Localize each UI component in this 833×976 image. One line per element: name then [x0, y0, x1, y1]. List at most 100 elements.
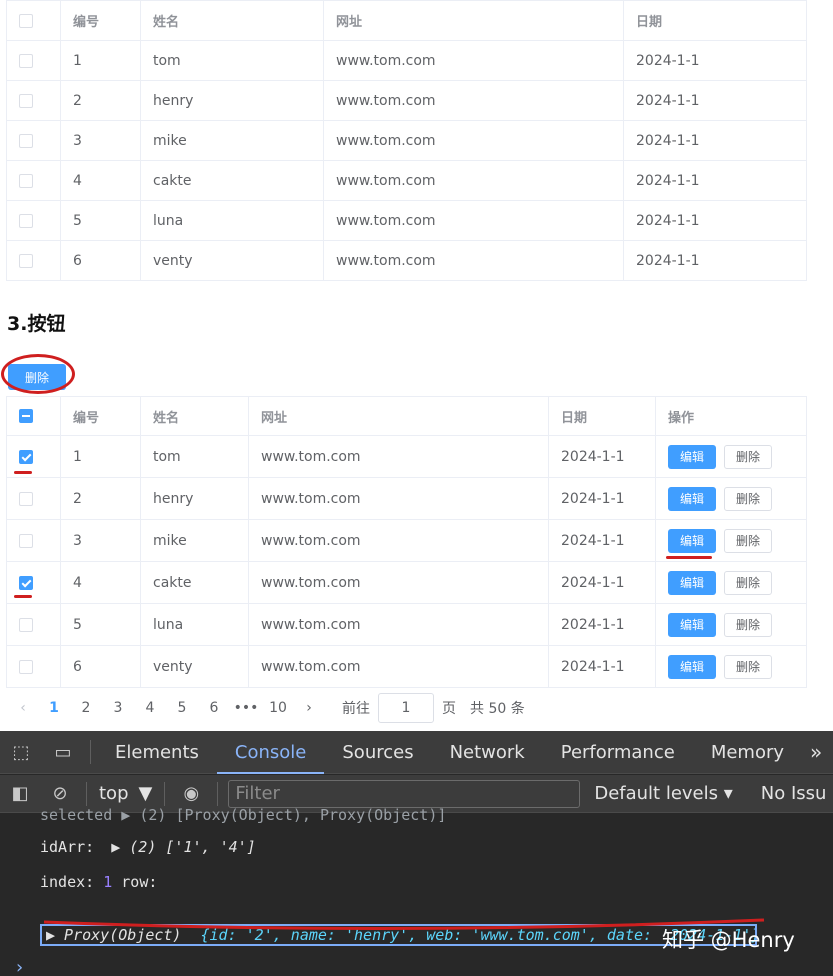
cell-date: 2024-1-1 [548, 477, 656, 520]
row-delete-button[interactable]: 删除 [724, 612, 772, 637]
row-checkbox-cell[interactable] [6, 40, 61, 81]
index-value: 1 [103, 873, 113, 891]
issues-button[interactable]: No Issu [761, 783, 827, 804]
row-checkbox-cell[interactable] [6, 240, 61, 281]
row-delete-button[interactable]: 删除 [724, 654, 772, 679]
row-checkbox[interactable] [19, 617, 33, 632]
row-checkbox[interactable] [19, 659, 33, 674]
table-row: 4 cakte www.tom.com 2024-1-1 [6, 160, 807, 201]
cell-actions: 编辑 删除 [655, 435, 807, 478]
console-line-index: index: 1 row: [40, 873, 157, 891]
row-checkbox[interactable] [19, 213, 33, 228]
cell-date: 2024-1-1 [548, 561, 656, 604]
edit-button[interactable]: 编辑 [668, 444, 716, 469]
select-all-checkbox[interactable] [19, 409, 33, 423]
row-checkbox-cell[interactable] [6, 519, 61, 562]
page-3[interactable]: 3 [102, 700, 134, 716]
row-checkbox[interactable] [19, 133, 33, 148]
row-checkbox-cell[interactable] [6, 160, 61, 201]
live-expression-eye-icon[interactable]: ◉ [171, 783, 211, 804]
annotation-circle [1, 354, 75, 394]
edit-button[interactable]: 编辑 [668, 570, 716, 595]
header-name: 姓名 [140, 0, 324, 41]
row-checkbox[interactable] [19, 253, 33, 268]
cell-name: tom [140, 40, 324, 81]
device-toolbar-icon[interactable]: ▭ [42, 742, 84, 763]
cell-web: www.tom.com [323, 240, 624, 281]
inspect-element-icon[interactable]: ⬚ [0, 742, 42, 763]
row-checkbox[interactable] [19, 173, 33, 188]
page-1[interactable]: 1 [38, 700, 70, 716]
more-tabs-icon[interactable]: » [802, 740, 830, 764]
page-6[interactable]: 6 [198, 700, 230, 716]
header-checkbox-cell[interactable] [6, 0, 61, 41]
filter-input[interactable]: Filter [228, 779, 581, 808]
tab-network[interactable]: Network [432, 731, 543, 774]
header-actions: 操作 [655, 396, 807, 436]
log-levels-dropdown[interactable]: Default levels ▾ [594, 783, 732, 804]
row-checkbox-cell[interactable] [6, 120, 61, 161]
row-checkbox[interactable] [19, 533, 33, 548]
row-delete-button[interactable]: 删除 [724, 486, 772, 511]
sidebar-toggle-icon[interactable]: ◧ [0, 783, 40, 804]
action-table: 编号 姓名 网址 日期 操作 1 tom www.tom.com 2024-1-1 编辑… [6, 396, 807, 688]
console-prompt-icon[interactable]: › [14, 957, 25, 976]
row-checkbox[interactable] [19, 449, 33, 464]
clear-console-icon[interactable]: ⊘ [40, 783, 80, 804]
cell-date: 2024-1-1 [548, 603, 656, 646]
row-checkbox[interactable] [19, 491, 33, 506]
table-row: 4 cakte www.tom.com 2024-1-1 编辑 删除 [6, 561, 807, 604]
page-2[interactable]: 2 [70, 700, 102, 716]
row-checkbox-cell[interactable] [6, 645, 61, 688]
edit-button[interactable]: 编辑 [668, 612, 716, 637]
page-5[interactable]: 5 [166, 700, 198, 716]
page-10[interactable]: 10 [262, 700, 294, 716]
page-4[interactable]: 4 [134, 700, 166, 716]
console-line-idarr: idArr: ▶ (2) ['1', '4'] [40, 838, 256, 856]
row-checkbox[interactable] [19, 575, 33, 590]
row-delete-button[interactable]: 删除 [724, 570, 772, 595]
prev-page-icon[interactable]: ‹ [8, 700, 38, 716]
tab-console[interactable]: Console [216, 731, 325, 774]
table-row: 3 mike www.tom.com 2024-1-1 [6, 120, 807, 161]
row-delete-button[interactable]: 删除 [724, 528, 772, 553]
row-checkbox[interactable] [19, 53, 33, 68]
tab-performance[interactable]: Performance [543, 731, 693, 774]
tab-memory[interactable]: Memory [693, 731, 802, 774]
header-checkbox-cell[interactable] [6, 396, 61, 436]
next-page-icon[interactable]: › [294, 700, 324, 716]
row-checkbox-cell[interactable] [6, 200, 61, 241]
cell-date: 2024-1-1 [548, 519, 656, 562]
cell-name: venty [140, 240, 324, 281]
cell-date: 2024-1-1 [623, 40, 807, 81]
select-all-checkbox[interactable] [19, 13, 33, 28]
cell-web: www.tom.com [248, 645, 549, 688]
cell-date: 2024-1-1 [623, 80, 807, 121]
cell-name: mike [140, 519, 249, 562]
row-checkbox-cell[interactable] [6, 603, 61, 646]
row-delete-button[interactable]: 删除 [724, 444, 772, 469]
section-title: 3.按钮 [7, 313, 66, 335]
context-selector[interactable]: top ▼ [93, 783, 158, 804]
edit-button[interactable]: 编辑 [668, 654, 716, 679]
row-checkbox[interactable] [19, 93, 33, 108]
cell-name: tom [140, 435, 249, 478]
row-checkbox-cell[interactable] [6, 80, 61, 121]
index-label: index: [40, 873, 95, 891]
cell-web: www.tom.com [323, 120, 624, 161]
cell-id: 2 [60, 477, 141, 520]
tab-sources[interactable]: Sources [324, 731, 431, 774]
cell-web: www.tom.com [323, 40, 624, 81]
edit-button[interactable]: 编辑 [668, 528, 716, 553]
row-checkbox-cell[interactable] [6, 477, 61, 520]
edit-button[interactable]: 编辑 [668, 486, 716, 511]
devtools-tab-bar: ⬚ ▭ Elements Console Sources Network Per… [0, 731, 833, 774]
cell-name: henry [140, 80, 324, 121]
cell-web: www.tom.com [248, 561, 549, 604]
goto-page-input[interactable]: 1 [378, 693, 434, 723]
tab-elements[interactable]: Elements [97, 731, 217, 774]
dropdown-icon: ▼ [138, 783, 153, 804]
idarr-value[interactable]: ▶ (2) ['1', '4'] [111, 838, 256, 856]
page-unit-label: 页 [442, 701, 456, 717]
more-pages-icon[interactable]: ••• [230, 700, 262, 716]
